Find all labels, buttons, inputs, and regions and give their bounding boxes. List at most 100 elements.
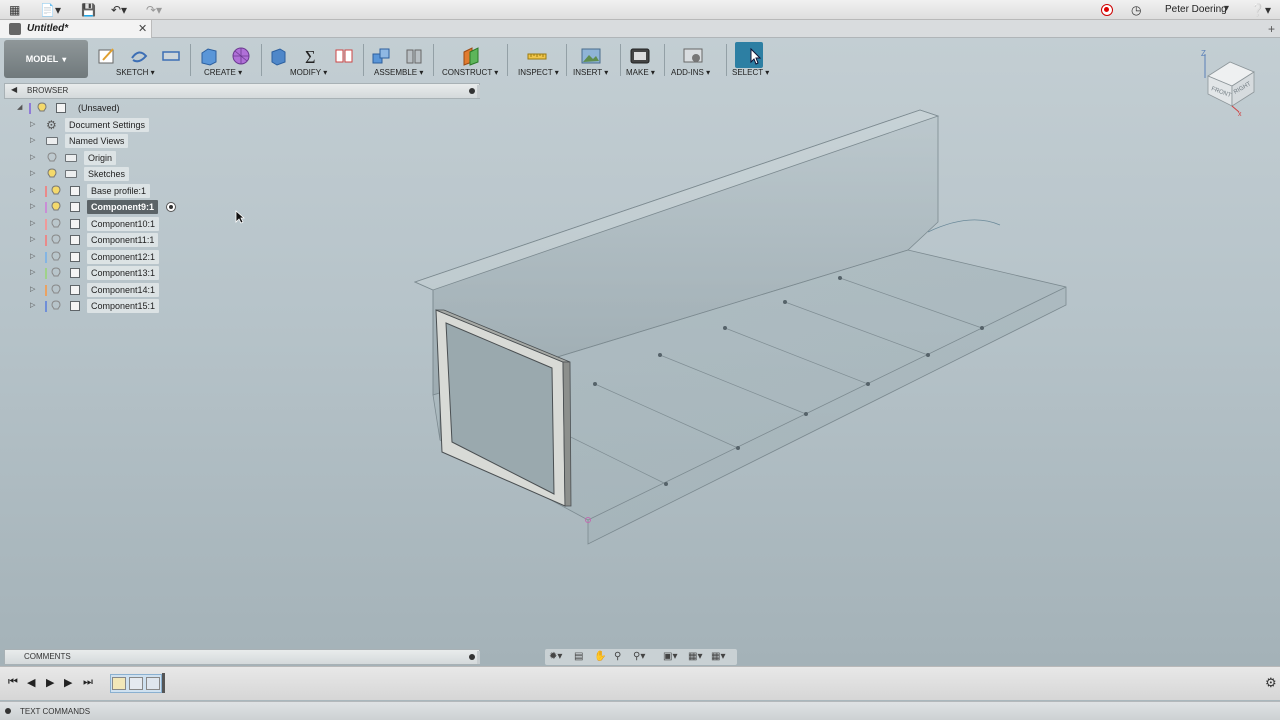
select-tool-button[interactable] xyxy=(735,42,763,68)
expand-triangle-icon[interactable]: ▷ xyxy=(30,252,35,260)
pin-icon[interactable] xyxy=(5,708,11,714)
visibility-bulb-off-icon[interactable] xyxy=(51,251,61,262)
modify-menu[interactable]: MODIFY xyxy=(290,68,327,77)
expand-triangle-icon[interactable]: ▷ xyxy=(30,268,35,276)
joint-icon[interactable] xyxy=(404,46,424,66)
form-tool-icon[interactable] xyxy=(231,46,251,66)
make-menu[interactable]: MAKE xyxy=(626,68,655,77)
save-icon[interactable]: 💾 xyxy=(81,3,96,17)
step-forward-icon[interactable]: ▶ xyxy=(64,676,72,689)
job-status-icon[interactable]: ◷ xyxy=(1131,3,1141,17)
tree-node-sketches[interactable]: ▷ Sketches xyxy=(0,167,200,182)
visibility-bulb-off-icon[interactable] xyxy=(51,300,61,311)
collapse-left-icon[interactable]: ◀ xyxy=(11,85,17,94)
panel-resize-handle[interactable] xyxy=(477,85,480,98)
pin-icon[interactable] xyxy=(469,88,475,94)
construct-menu[interactable]: CONSTRUCT xyxy=(442,68,498,77)
tree-node-component10[interactable]: ▷ Component10:1 xyxy=(0,217,200,232)
pan-icon[interactable]: ✋ xyxy=(594,651,606,662)
measure-icon[interactable] xyxy=(527,46,547,66)
insert-image-icon[interactable] xyxy=(581,46,601,66)
offset-plane-icon[interactable] xyxy=(461,46,481,66)
visibility-bulb-off-icon[interactable] xyxy=(51,284,61,295)
go-to-start-icon[interactable]: ⏮ xyxy=(8,676,18,689)
split-body-icon[interactable] xyxy=(334,46,354,66)
viewports-icon[interactable]: ▦▾ xyxy=(711,651,725,662)
visibility-bulb-icon[interactable] xyxy=(51,185,61,196)
scripts-addins-icon[interactable] xyxy=(683,46,703,66)
undo-icon[interactable]: ↶▾ xyxy=(111,3,127,17)
pin-icon[interactable] xyxy=(469,654,475,660)
help-icon[interactable]: ❔▾ xyxy=(1250,3,1271,17)
parameters-icon[interactable]: Σ xyxy=(302,46,322,66)
app-grid-icon[interactable]: ▦ xyxy=(9,3,20,17)
visibility-bulb-icon[interactable] xyxy=(37,102,47,113)
visibility-bulb-icon[interactable] xyxy=(47,168,57,179)
expand-triangle-icon[interactable]: ▷ xyxy=(30,219,35,227)
new-component-icon[interactable] xyxy=(371,46,391,66)
expand-triangle-icon[interactable]: ▷ xyxy=(30,186,35,194)
expand-triangle-icon[interactable]: ▷ xyxy=(30,285,35,293)
tree-node-origin[interactable]: ▷ Origin xyxy=(0,151,200,166)
grid-settings-icon[interactable]: ▦▾ xyxy=(688,651,702,662)
3d-print-icon[interactable] xyxy=(630,46,650,66)
step-back-icon[interactable]: ◀ xyxy=(27,676,35,689)
expand-triangle-icon[interactable]: ▷ xyxy=(30,202,35,210)
visibility-bulb-off-icon[interactable] xyxy=(51,218,61,229)
tree-node-component13[interactable]: ▷ Component13:1 xyxy=(0,266,200,281)
sketch-feature-icon[interactable] xyxy=(129,677,143,690)
expand-triangle-icon[interactable]: ▷ xyxy=(30,235,35,243)
addins-menu[interactable]: ADD-INS xyxy=(671,68,710,77)
workspace-switcher[interactable]: MODEL ▾ xyxy=(4,40,88,78)
tree-node-component11[interactable]: ▷ Component11:1 xyxy=(0,233,200,248)
go-to-end-icon[interactable]: ⏭ xyxy=(83,676,93,689)
redo-icon[interactable]: ↷▾ xyxy=(146,3,162,17)
sketch-feature-icon[interactable] xyxy=(112,677,126,690)
expand-triangle-icon[interactable]: ▷ xyxy=(30,301,35,309)
visibility-bulb-icon[interactable] xyxy=(51,201,61,212)
activate-component-icon[interactable] xyxy=(166,202,176,212)
tree-node-root[interactable]: ◢ (Unsaved) xyxy=(0,101,200,116)
tree-node-named-views[interactable]: ▷ Named Views xyxy=(0,134,200,149)
panel-resize-handle[interactable] xyxy=(477,651,480,664)
browser-panel-header[interactable]: ◀ BROWSER xyxy=(4,83,480,99)
visibility-bulb-off-icon[interactable] xyxy=(51,267,61,278)
tree-node-document-settings[interactable]: ▷ ⚙ Document Settings xyxy=(0,118,200,133)
tree-node-base-profile[interactable]: ▷ Base profile:1 xyxy=(0,184,200,199)
inspect-menu[interactable]: INSPECT xyxy=(518,68,559,77)
insert-menu[interactable]: INSERT xyxy=(573,68,608,77)
display-settings-icon[interactable]: ▣▾ xyxy=(663,651,677,662)
zoom-icon[interactable]: ⚲ xyxy=(614,651,621,662)
expand-triangle-icon[interactable]: ▷ xyxy=(30,153,35,161)
record-icon[interactable] xyxy=(1101,4,1113,16)
tree-node-component9[interactable]: ▷ Component9:1 xyxy=(0,200,200,215)
user-menu-chevron-icon[interactable]: ▾ xyxy=(1224,3,1229,14)
look-at-icon[interactable]: ▤ xyxy=(574,651,583,662)
assemble-menu[interactable]: ASSEMBLE xyxy=(374,68,423,77)
timeline-marker[interactable] xyxy=(162,673,165,693)
tree-node-component15[interactable]: ▷ Component15:1 xyxy=(0,299,200,314)
tree-node-component14[interactable]: ▷ Component14:1 xyxy=(0,283,200,298)
extrude-icon[interactable] xyxy=(199,46,219,66)
visibility-bulb-off-icon[interactable] xyxy=(47,152,57,163)
timeline-settings-gear-icon[interactable]: ⚙ xyxy=(1265,675,1277,691)
tree-node-component12[interactable]: ▷ Component12:1 xyxy=(0,250,200,265)
close-tab-icon[interactable]: ✕ xyxy=(138,22,147,35)
expand-triangle-icon[interactable]: ◢ xyxy=(17,103,22,111)
press-pull-icon[interactable] xyxy=(268,46,288,66)
select-menu[interactable]: SELECT xyxy=(732,68,769,77)
rectangle-tool-icon[interactable] xyxy=(161,46,181,66)
create-menu[interactable]: CREATE xyxy=(204,68,242,77)
create-sketch-icon[interactable] xyxy=(97,46,117,66)
fit-icon[interactable]: ⚲▾ xyxy=(633,651,645,662)
play-icon[interactable]: ▶ xyxy=(46,676,54,689)
expand-triangle-icon[interactable]: ▷ xyxy=(30,169,35,177)
visibility-bulb-off-icon[interactable] xyxy=(51,234,61,245)
expand-triangle-icon[interactable]: ▷ xyxy=(30,136,35,144)
viewcube[interactable]: Z FRONT RIGHT x xyxy=(1196,48,1266,118)
file-menu-icon[interactable]: 📄▾ xyxy=(40,3,61,17)
text-commands-bar[interactable]: TEXT COMMANDS xyxy=(0,701,1280,720)
orbit-icon[interactable]: ✹▾ xyxy=(549,651,562,662)
expand-triangle-icon[interactable]: ▷ xyxy=(30,120,35,128)
document-tab[interactable]: Untitled* ✕ xyxy=(0,20,152,38)
